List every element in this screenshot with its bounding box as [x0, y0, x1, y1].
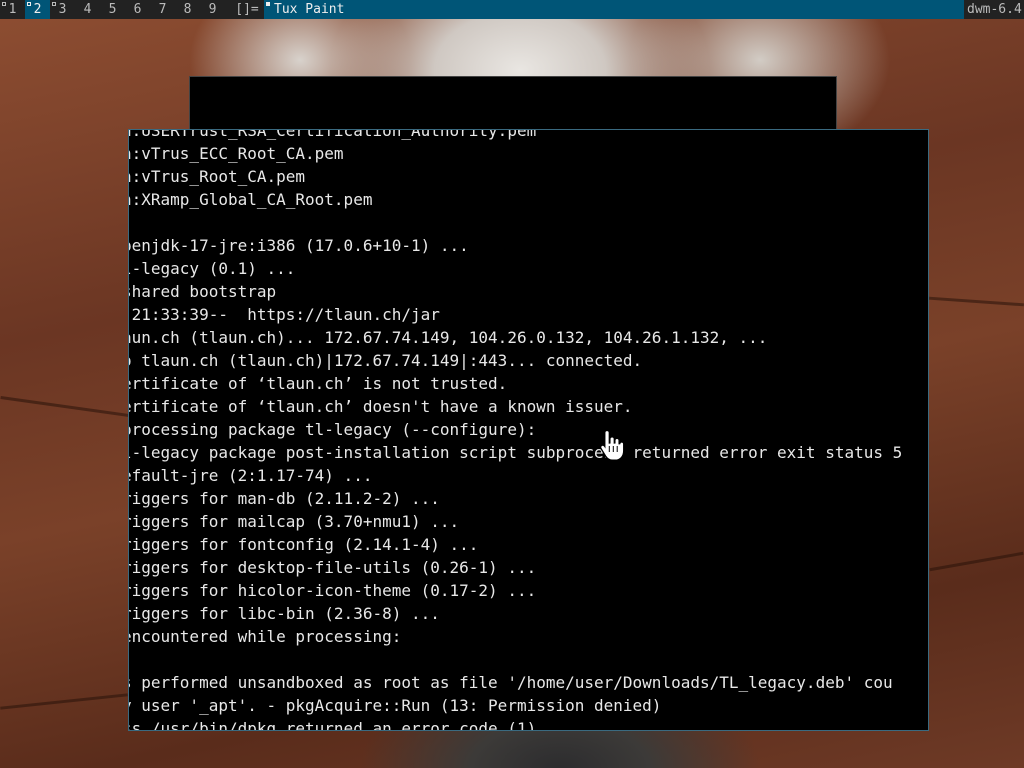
tag-4[interactable]: 4 — [75, 0, 100, 19]
terminal-line: s performed unsandboxed as root as file … — [128, 673, 893, 692]
terminal-line: penjdk-17-jre:i386 (17.0.6+10-1) ... — [128, 236, 469, 255]
tag-label: 8 — [183, 2, 192, 17]
terminal-line: n:USERTrust_RSA_Certification_Authority.… — [128, 129, 537, 140]
wood-grain — [0, 693, 128, 710]
terminal-line: 21:33:39-- https://tlaun.ch/jar — [128, 305, 440, 324]
terminal-line: aun.ch (tlaun.ch)... 172.67.74.149, 104.… — [128, 328, 768, 347]
terminal-line: y user '_apt'. - pkgAcquire::Run (13: Pe… — [128, 696, 662, 715]
tag-label: 2 — [33, 2, 42, 17]
tag-label: 7 — [158, 2, 167, 17]
hand-pointer-icon — [599, 429, 625, 461]
wood-grain — [929, 296, 1024, 307]
layout-indicator[interactable]: []= — [230, 0, 264, 19]
wood-grain — [0, 395, 130, 418]
terminal-line: n:vTrus_ECC_Root_CA.pem — [128, 144, 344, 163]
background-window[interactable] — [189, 76, 837, 136]
wood-grain — [929, 551, 1024, 572]
tag-label: 4 — [83, 2, 92, 17]
tag-7[interactable]: 7 — [150, 0, 175, 19]
terminal-line: processing package tl-legacy (--configur… — [128, 420, 537, 439]
terminal-line: efault-jre (2:1.17-74) ... — [128, 466, 373, 485]
terminal-output: n:USERTrust_RSA_Certification_Authority.… — [128, 129, 928, 731]
terminal-line: riggers for desktop-file-utils (0.26-1) … — [128, 558, 537, 577]
tag-3[interactable]: 3 — [50, 0, 75, 19]
tag-1[interactable]: 1 — [0, 0, 25, 19]
tag-label: 6 — [133, 2, 142, 17]
tag-6[interactable]: 6 — [125, 0, 150, 19]
tag-label: 5 — [108, 2, 117, 17]
status-text: dwm-6.4 — [967, 2, 1022, 17]
occupied-indicator-icon — [2, 2, 6, 6]
terminal-line: ertificate of ‘tlaun.ch’ doesn't have a … — [128, 397, 633, 416]
focused-window-title[interactable]: Tux Paint — [264, 0, 964, 19]
tag-9[interactable]: 9 — [200, 0, 225, 19]
tag-label: 9 — [208, 2, 217, 17]
terminal-line: ertificate of ‘tlaun.ch’ is not trusted. — [128, 374, 508, 393]
tag-label: 1 — [8, 2, 17, 17]
tag-8[interactable]: 8 — [175, 0, 200, 19]
terminal-line: n:vTrus_Root_CA.pem — [128, 167, 306, 186]
terminal-line: riggers for libc-bin (2.36-8) ... — [128, 604, 440, 623]
terminal-line: n:XRamp_Global_CA_Root.pem — [128, 190, 373, 209]
window-title-text: Tux Paint — [274, 2, 345, 17]
dwm-status-bar: 1 2 3 4 5 6 7 8 9 []= Tux Paint dwm-6.4 — [0, 0, 1024, 19]
terminal-line: l-legacy package post-installation scrip… — [128, 443, 903, 462]
tag-5[interactable]: 5 — [100, 0, 125, 19]
terminal-line: ss /usr/bin/dpkg returned an error code … — [128, 719, 537, 731]
floating-indicator-icon — [266, 2, 270, 6]
terminal-line: l-legacy (0.1) ... — [128, 259, 296, 278]
terminal-line: riggers for hicolor-icon-theme (0.17-2) … — [128, 581, 537, 600]
occupied-indicator-icon — [52, 2, 56, 6]
tag-label: 3 — [58, 2, 67, 17]
occupied-indicator-icon — [27, 2, 31, 6]
terminal-line: riggers for mailcap (3.70+nmu1) ... — [128, 512, 460, 531]
tag-2[interactable]: 2 — [25, 0, 50, 19]
terminal-line: encountered while processing: — [128, 627, 402, 646]
terminal-window[interactable]: n:USERTrust_RSA_Certification_Authority.… — [128, 129, 929, 731]
terminal-line: riggers for man-db (2.11.2-2) ... — [128, 489, 440, 508]
terminal-line: o tlaun.ch (tlaun.ch)|172.67.74.149|:443… — [128, 351, 643, 370]
terminal-line: riggers for fontconfig (2.14.1-4) ... — [128, 535, 479, 554]
terminal-line: shared bootstrap — [128, 282, 277, 301]
